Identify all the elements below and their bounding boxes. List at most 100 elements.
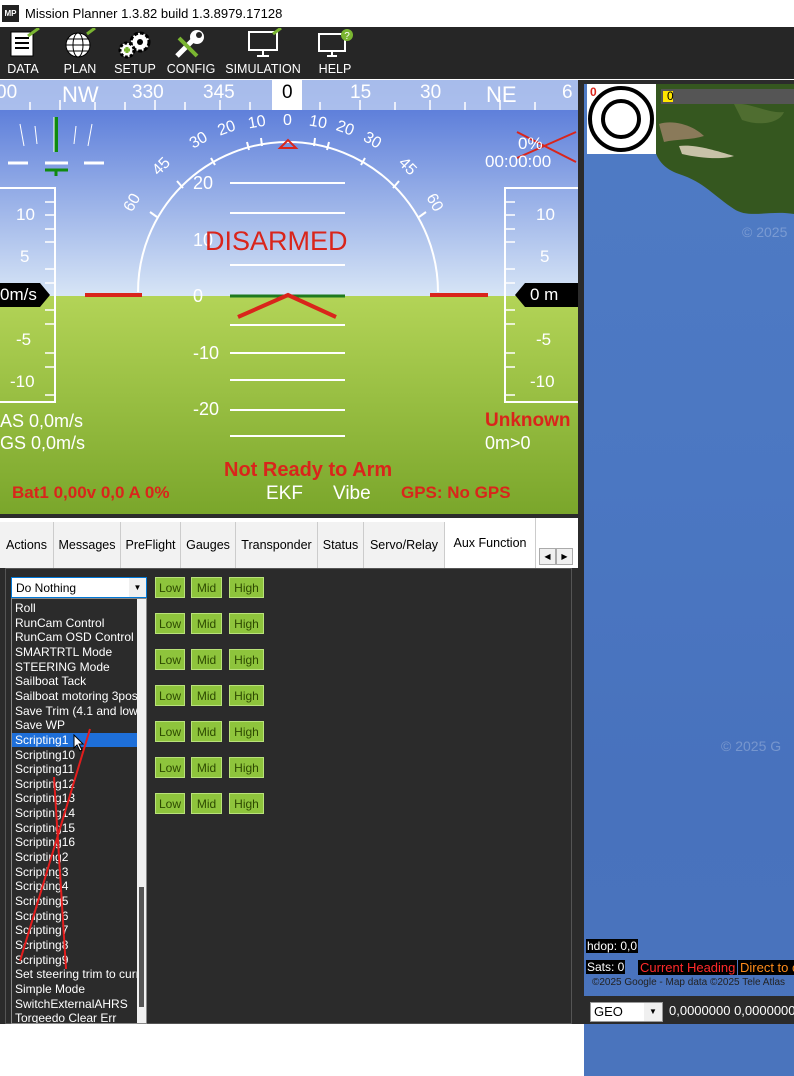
armed-status: DISARMED: [205, 226, 348, 256]
dropdown-option[interactable]: Simple Mode: [15, 982, 139, 997]
dropdown-option[interactable]: SwitchExternalAHRS: [15, 997, 139, 1012]
mid-button[interactable]: Mid: [191, 613, 222, 634]
low-button[interactable]: Low: [155, 757, 185, 778]
dropdown-option[interactable]: STEERING Mode: [15, 660, 139, 675]
direct-to-legend: Direct to c: [738, 960, 794, 975]
dropdown-option[interactable]: RunCam OSD Control: [15, 630, 139, 645]
heading-label: 345: [203, 82, 235, 103]
dropdown-option[interactable]: Save WP: [15, 718, 139, 733]
high-button[interactable]: High: [229, 757, 264, 778]
low-button[interactable]: Low: [155, 613, 185, 634]
dropdown-option[interactable]: Sailboat motoring 3pos: [15, 689, 139, 704]
map-watermark: © 2025 G: [721, 738, 782, 754]
arm-readiness: Not Ready to Arm: [224, 459, 393, 481]
dropdown-option[interactable]: Save Trim (4.1 and lower): [15, 704, 139, 719]
help-monitor-icon: ?: [318, 29, 353, 57]
map-view[interactable]: © 2025 © 2025 G: [584, 84, 794, 1076]
dropdown-option[interactable]: RunCam Control: [15, 616, 139, 631]
mid-button[interactable]: Mid: [191, 649, 222, 670]
dropdown-option[interactable]: Sailboat Tack: [15, 674, 139, 689]
vibe-indicator[interactable]: Vibe: [333, 483, 371, 505]
battery-percent: 0%: [518, 134, 543, 153]
dropdown-option[interactable]: Scripting5: [15, 894, 139, 909]
app-icon: MP: [2, 5, 19, 22]
dropdown-option[interactable]: Scripting13: [15, 791, 139, 806]
high-button[interactable]: High: [229, 577, 264, 598]
svg-text:?: ?: [344, 31, 350, 42]
roll-label: 10: [307, 112, 329, 133]
dropdown-option[interactable]: Scripting6: [15, 909, 139, 924]
hdop-readout: hdop: 0,0: [586, 939, 639, 953]
menu-data-button[interactable]: DATA: [0, 27, 46, 79]
map-panel: © 2025 © 2025 G 0 0 hdop: 0,0 Sats: 0 Cu…: [578, 80, 794, 1076]
flight-mode: Unknown: [485, 410, 571, 431]
dropdown-option[interactable]: Scripting3: [15, 865, 139, 880]
dropdown-option[interactable]: Scripting7: [15, 923, 139, 938]
low-button[interactable]: Low: [155, 685, 185, 706]
low-button[interactable]: Low: [155, 649, 185, 670]
dropdown-option[interactable]: Scripting15: [15, 821, 139, 836]
ekf-indicator[interactable]: EKF: [266, 483, 303, 505]
tab-gauges[interactable]: Gauges: [181, 522, 236, 568]
mid-button[interactable]: Mid: [191, 685, 222, 706]
dropdown-scrollbar[interactable]: [137, 599, 146, 1023]
tab-status[interactable]: Status: [318, 522, 364, 568]
dropdown-option[interactable]: Scripting9: [15, 953, 139, 968]
coord-system-select[interactable]: GEO ▼: [590, 1002, 663, 1022]
mid-button[interactable]: Mid: [191, 721, 222, 742]
menu-simulation-button[interactable]: SIMULATION: [223, 27, 303, 79]
airspeed-readout: AS 0,0m/s: [0, 411, 84, 431]
map-watermark: © 2025: [742, 224, 788, 240]
high-button[interactable]: High: [229, 721, 264, 742]
dropdown-option[interactable]: Torqeedo Clear Err: [15, 1011, 139, 1023]
low-button[interactable]: Low: [155, 793, 185, 814]
cursor-arrow-icon: [73, 733, 85, 752]
dropdown-option[interactable]: Scripting16: [15, 835, 139, 850]
dropdown-option[interactable]: Scripting8: [15, 938, 139, 953]
pitch-label: 0: [193, 286, 204, 306]
dropdown-option[interactable]: Scripting11: [15, 762, 139, 777]
tab-aux-function[interactable]: Aux Function: [445, 518, 536, 568]
menu-config-button[interactable]: CONFIG: [165, 27, 217, 79]
dropdown-option[interactable]: Scripting2: [15, 850, 139, 865]
dropdown-option[interactable]: Scripting4: [15, 879, 139, 894]
high-button[interactable]: High: [229, 613, 264, 634]
heading-current-value: 0: [282, 82, 293, 103]
alt-value: 0 m: [530, 285, 559, 304]
dropdown-option[interactable]: Scripting14: [15, 806, 139, 821]
menu-label: SETUP: [114, 62, 156, 76]
coord-system-value: GEO: [594, 1004, 623, 1019]
speed-scale-label: 10: [16, 205, 35, 224]
current-heading-legend: Current Heading: [638, 960, 738, 975]
compass-counter: 0: [590, 85, 597, 99]
high-button[interactable]: High: [229, 649, 264, 670]
tab-transponder[interactable]: Transponder: [236, 522, 318, 568]
dropdown-option[interactable]: Roll: [15, 601, 139, 616]
tab-actions[interactable]: Actions: [0, 522, 54, 568]
wrench-icon: [175, 30, 204, 58]
compass-icon: [588, 86, 654, 152]
mid-button[interactable]: Mid: [191, 793, 222, 814]
tab-scroll-right-icon[interactable]: ▶: [556, 548, 573, 565]
mid-button[interactable]: Mid: [191, 757, 222, 778]
high-button[interactable]: High: [229, 793, 264, 814]
dropdown-option[interactable]: Scripting12: [15, 777, 139, 792]
high-button[interactable]: High: [229, 685, 264, 706]
tab-scroll-left-icon[interactable]: ◀: [539, 548, 556, 565]
menu-setup-button[interactable]: SETUP: [110, 27, 160, 79]
mid-button[interactable]: Mid: [191, 577, 222, 598]
dropdown-option[interactable]: SMARTRTL Mode: [15, 645, 139, 660]
roll-label: 10: [246, 112, 268, 133]
tab-servo-relay[interactable]: Servo/Relay: [364, 522, 445, 568]
scrollbar-thumb[interactable]: [139, 887, 144, 1007]
menu-help-button[interactable]: ? HELP: [310, 27, 360, 79]
flight-timer: 00:00:00: [485, 152, 552, 171]
low-button[interactable]: Low: [155, 577, 185, 598]
menu-plan-button[interactable]: PLAN: [57, 27, 103, 79]
aux-function-select[interactable]: Do Nothing ▼: [11, 577, 147, 598]
dropdown-option[interactable]: Set steering trim to current: [15, 967, 139, 982]
tab-preflight[interactable]: PreFlight: [121, 522, 181, 568]
tab-strip: Actions Messages PreFlight Gauges Transp…: [0, 518, 578, 568]
tab-messages[interactable]: Messages: [54, 522, 121, 568]
low-button[interactable]: Low: [155, 721, 185, 742]
